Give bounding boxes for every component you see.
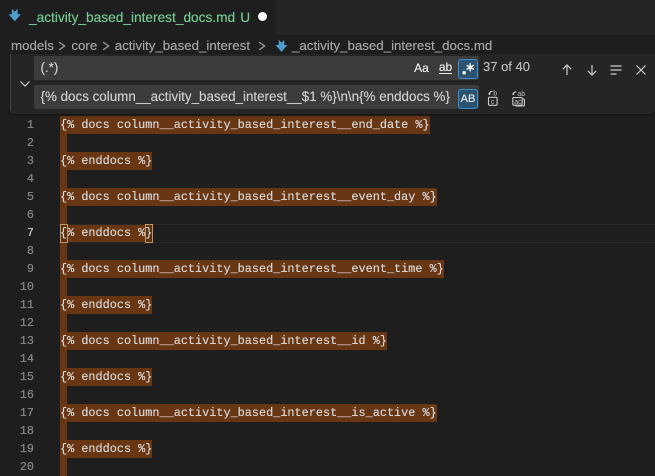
svg-text:b: b (493, 90, 497, 97)
svg-text:ab: ab (517, 90, 525, 97)
svg-text:c: c (490, 98, 494, 105)
svg-text:ac: ac (514, 98, 522, 105)
